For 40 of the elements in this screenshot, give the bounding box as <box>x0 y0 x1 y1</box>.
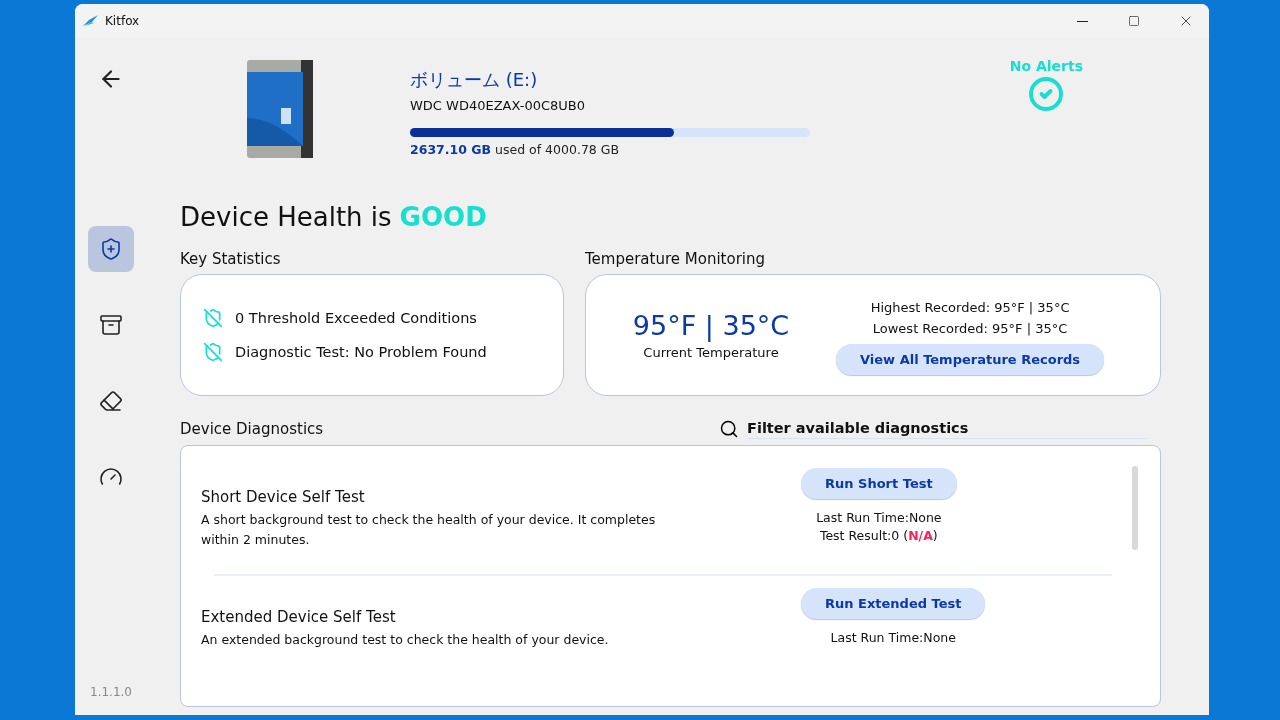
stat-text: Diagnostic Test: No Problem Found <box>235 344 487 360</box>
storage-usage: 2637.10 GB used of 4000.78 GB <box>410 142 621 157</box>
search-icon <box>719 418 739 439</box>
version-label: 1.1.1.0 <box>90 685 132 699</box>
section-title: Temperature Monitoring <box>585 250 766 268</box>
window-title: Kitfox <box>105 14 141 28</box>
health-heading: Device Health is <box>180 202 392 232</box>
current-temperature: 95°F | 35°C <box>632 310 790 341</box>
bird-logo-icon <box>83 15 99 27</box>
alert-status: No Alerts <box>1009 58 1083 74</box>
volume-name: ボリューム (E:) <box>410 68 539 92</box>
shield-off-icon <box>203 308 223 328</box>
maximize-icon <box>1128 15 1140 27</box>
section-title: Key Statistics <box>180 250 282 268</box>
temperature-label: Current Temperature <box>643 345 779 360</box>
shield-off-icon <box>203 342 223 362</box>
last-run-time: Last Run Time:None <box>830 630 956 645</box>
minimize-icon <box>1076 20 1088 22</box>
view-records-button[interactable]: View All Temperature Records <box>836 343 1105 375</box>
filter-field[interactable]: Filter available diagnostics <box>747 418 1147 439</box>
sidebar-item[interactable] <box>88 226 134 272</box>
run-test-button[interactable]: Run Extended Test <box>801 588 986 619</box>
scrollbar-thumb[interactable] <box>1132 466 1138 550</box>
archive-icon <box>99 313 123 337</box>
lowest-temperature: Lowest Recorded: 95°F | 35°C <box>872 320 1068 336</box>
test-name: Extended Device Self Test <box>201 608 397 626</box>
test-name: Short Device Self Test <box>201 488 366 506</box>
eraser-icon <box>99 389 123 413</box>
shield-plus-icon <box>99 237 123 261</box>
test-description: A short background test to check the health of your device. It completes within 2 minutes. <box>201 511 657 549</box>
health-status: GOOD <box>399 202 487 232</box>
drive-model: WDC WD40EZAX-00C8UB0 <box>410 98 587 113</box>
check-circle-icon <box>1028 76 1065 112</box>
last-run-time: Last Run Time:None <box>816 510 942 525</box>
stat-text: 0 Threshold Exceeded Conditions <box>235 310 477 326</box>
highest-temperature: Highest Recorded: 95°F | 35°C <box>870 299 1070 315</box>
test-description: An extended background test to check the health of your device. <box>201 631 610 649</box>
test-result: Test Result:0 (N/A) <box>819 528 938 543</box>
section-title: Device Diagnostics <box>180 419 324 438</box>
run-test-button[interactable]: Run Short Test <box>801 468 957 499</box>
